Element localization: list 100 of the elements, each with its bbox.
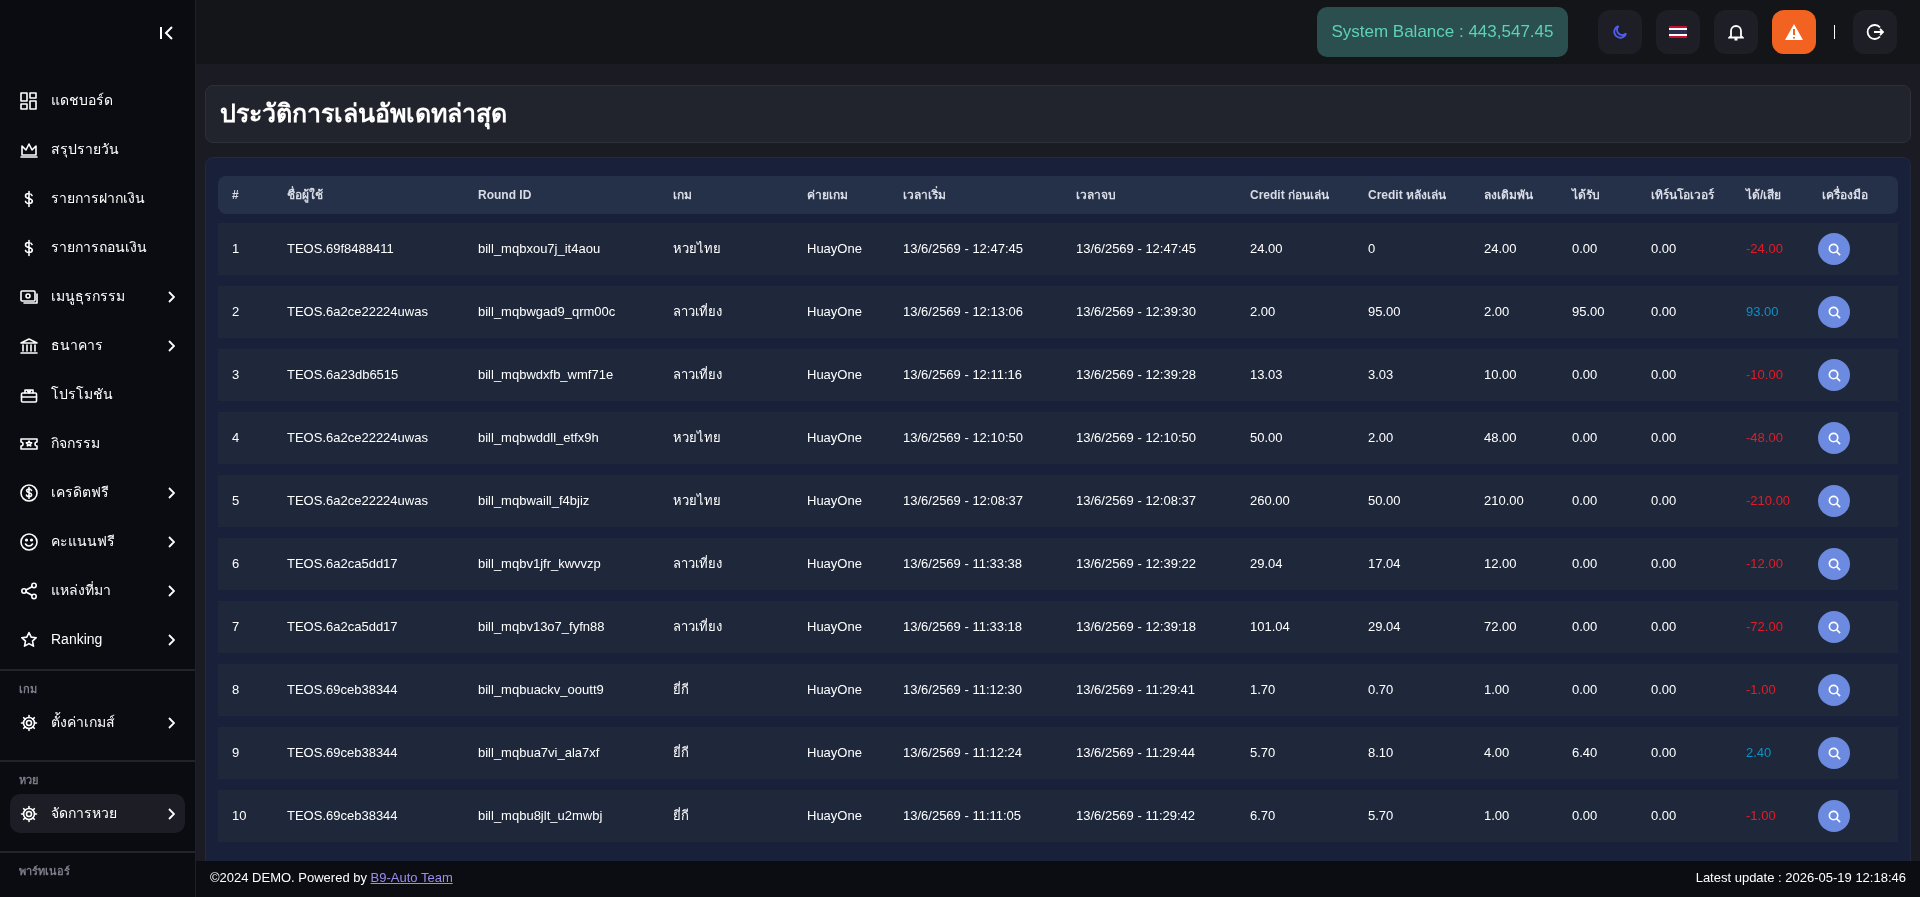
search-button[interactable] [1818,485,1850,517]
table-cell: 0.00 [1651,808,1677,824]
logout-icon [1866,23,1884,41]
table-cell: TEOS.69f8488411 [287,241,394,257]
search-button[interactable] [1818,296,1850,328]
table-cell: 13/6/2569 - 11:29:41 [1076,682,1196,698]
table-cell: 0.70 [1368,682,1394,698]
table-cell: 10.00 [1484,367,1517,383]
table-cell: 95.00 [1368,304,1401,320]
table-cell: 29.04 [1368,619,1401,635]
table-cell: 4 [232,430,240,446]
table-cell: 13/6/2569 - 11:11:05 [903,808,1022,824]
search-button[interactable] [1818,359,1850,391]
table-cell: 50.00 [1250,430,1283,446]
table-cell: bill_mqbuackv_ooutt9 [478,682,604,698]
team-link[interactable]: B9-Auto Team [370,870,453,885]
table-cell: 13/6/2569 - 12:10:50 [1076,430,1196,446]
table-cell: TEOS.69ceb38344 [287,745,398,761]
column-header: # [232,188,239,202]
sidebar-item[interactable]: กิจกรรม [10,424,185,463]
table-cell: ลาวเที่ยง [673,367,722,383]
table-cell: 13/6/2569 - 12:47:45 [903,241,1023,257]
share-icon [20,581,38,600]
logout-button[interactable] [1853,10,1897,54]
theme-toggle-button[interactable] [1597,10,1642,54]
table-cell: 13/6/2569 - 11:33:38 [903,556,1023,572]
table-cell: ลาวเที่ยง [673,304,722,320]
table-cell: HuayOne [807,241,862,257]
sidebar-item[interactable]: จัดการหวย [10,794,185,833]
table-cell: 210.00 [1484,493,1524,509]
table-cell: HuayOne [807,619,862,635]
search-icon [1827,494,1841,508]
table-cell: 13/6/2569 - 11:12:24 [903,745,1023,761]
search-icon [1827,305,1841,319]
cash-icon [20,287,38,306]
search-icon [1827,809,1841,823]
sidebar-item[interactable]: เครดิตฟรี [10,473,185,512]
table-cell: 13/6/2569 - 12:13:06 [903,304,1023,320]
table-cell: 24.00 [1484,241,1517,257]
page-title: ประวัติการเล่นอัพเดทล่าสุด [220,98,507,132]
sidebar-item[interactable]: สรุปรายวัน [10,130,185,169]
notifications-button[interactable] [1713,10,1758,54]
sidebar-item[interactable]: คะแนนฟรี [10,522,185,561]
sidebar-item[interactable]: เมนูธุรกรรม [10,277,185,316]
search-icon [1827,620,1841,634]
table-cell: bill_mqbwaill_f4bjiz [478,493,590,509]
table-cell: TEOS.6a2ce22224uwas [287,304,428,320]
table-cell: 10 [232,808,247,824]
table-cell: 2 [232,304,240,320]
warning-icon [1783,23,1804,41]
table-cell: 3 [232,367,240,383]
table-cell: -1.00 [1746,808,1776,824]
search-button[interactable] [1818,737,1850,769]
language-button[interactable] [1655,10,1700,54]
table-cell: 13/6/2569 - 11:29:44 [1076,745,1196,761]
gear-icon [20,713,38,732]
collapse-sidebar-icon[interactable] [159,25,175,41]
sidebar-item[interactable]: รายการฝากเงิน [10,179,185,218]
table-cell: 24.00 [1250,241,1283,257]
search-button[interactable] [1818,800,1850,832]
table-cell: 50.00 [1368,493,1401,509]
table-cell: 0.00 [1651,493,1677,509]
table-cell: ยี่กี [673,745,689,761]
table-cell: 101.04 [1250,619,1290,635]
sidebar-item[interactable]: ธนาคาร [10,326,185,365]
table-cell: 13/6/2569 - 12:10:50 [903,430,1023,446]
flag-icon [1668,26,1687,38]
table-cell: 6 [232,556,240,572]
search-button[interactable] [1818,611,1850,643]
sidebar-item[interactable]: แดชบอร์ด [10,81,185,120]
table-cell: 1.00 [1484,682,1510,698]
search-icon [1827,242,1841,256]
column-header: ลงเดิมพัน [1484,188,1533,202]
search-button[interactable] [1818,548,1850,580]
search-icon [1827,746,1841,760]
table-cell: HuayOne [807,556,862,572]
search-button[interactable] [1818,233,1850,265]
last-update-text: Latest update : 2026-05-19 12:18:46 [1695,869,1906,887]
table-cell: bill_mqbua7vi_ala7xf [478,745,600,761]
search-button[interactable] [1818,422,1850,454]
sidebar-item[interactable]: แหล่งที่มา [10,571,185,610]
column-header: ชื่อผู้ใช้ [287,188,323,202]
table-cell: bill_mqbu8jlt_u2mwbj [478,808,603,824]
sidebar-item[interactable]: ตั้งค่าเกมส์ [10,703,185,742]
table-cell: 13/6/2569 - 12:39:28 [1076,367,1196,383]
table-cell: 0.00 [1572,241,1598,257]
sidebar-item[interactable]: โปรโมชัน [10,375,185,414]
sidebar-item[interactable]: Ranking [10,620,185,659]
search-icon [1827,431,1841,445]
table-cell: HuayOne [807,304,862,320]
table-cell: ลาวเที่ยง [673,619,722,635]
table-cell: 3.03 [1368,367,1394,383]
column-header: ได้/เสีย [1746,188,1782,202]
table-cell: bill_mqbv13o7_fyfn88 [478,619,605,635]
column-header: Round ID [478,188,532,202]
sidebar-item[interactable]: รายการถอนเงิน [10,228,185,267]
table-cell: 0.00 [1572,556,1598,572]
alert-button[interactable] [1771,10,1816,54]
search-button[interactable] [1818,674,1850,706]
table-cell: 0.00 [1651,430,1677,446]
